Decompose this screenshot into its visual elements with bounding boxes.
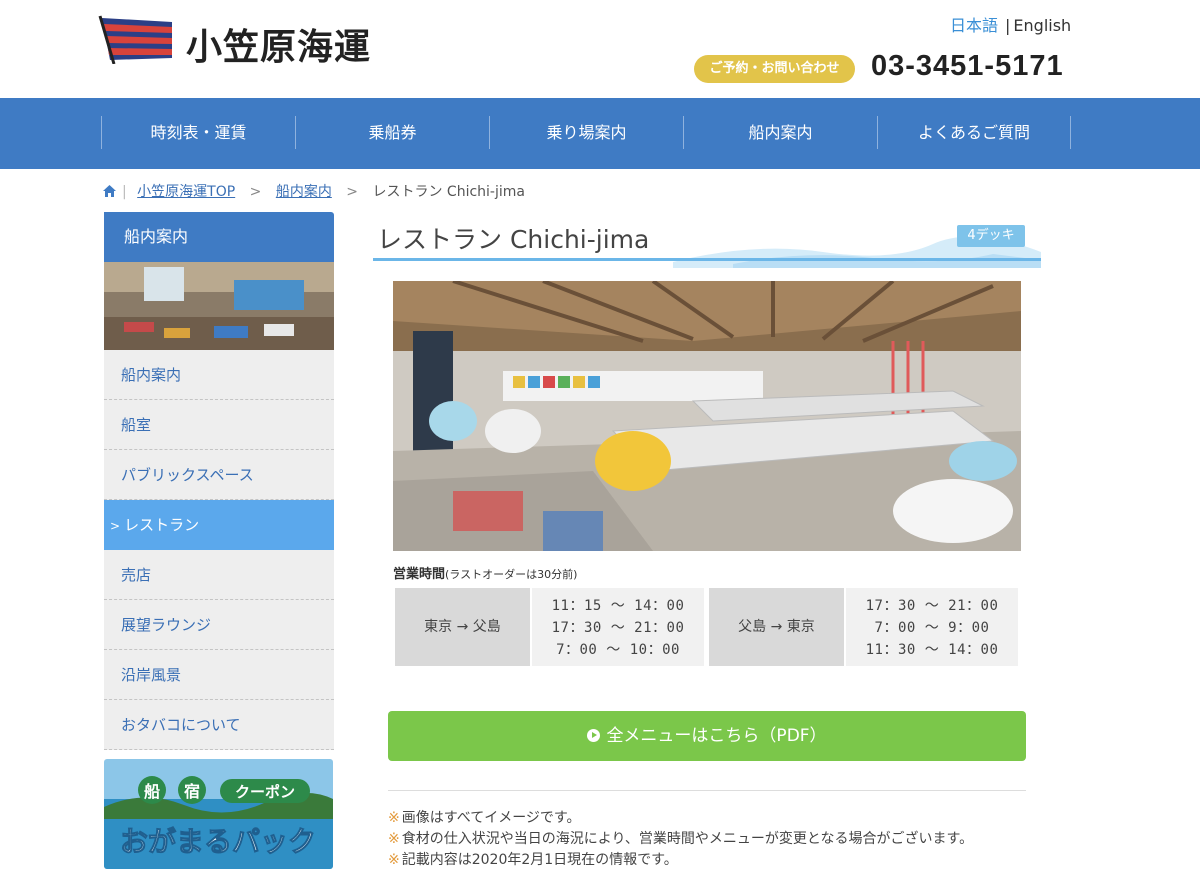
breadcrumb-top-link[interactable]: 小笠原海運TOP <box>137 184 235 200</box>
business-hours-title: 営業時間 <box>393 567 446 582</box>
times-chichijima-tokyo: 17：30 〜 21：00 7：00 〜 9：00 11：30 〜 14：00 <box>846 588 1018 666</box>
route-chichijima-tokyo: 父島 → 東京 <box>709 588 844 666</box>
note-item: ※ 画像はすべてイメージです。 <box>388 808 973 829</box>
title-underline <box>373 258 1041 261</box>
banner-title: おがまるパック <box>120 825 316 858</box>
nav-item-tickets[interactable]: 乗船券 <box>295 116 489 149</box>
sidebar-item-smoking[interactable]: おタバコについて <box>104 700 334 750</box>
times-tokyo-chichijima: 11：15 〜 14：00 17：30 〜 21：00 7：00 〜 10：00 <box>532 588 704 666</box>
banner-image: 船 宿 クーポン おがまるパック <box>104 759 333 869</box>
note-item: ※ 食材の仕入状況や当日の海況により、営業時間やメニューが変更となる場合がございま… <box>388 829 973 850</box>
sidebar-item-label: レストラン <box>124 516 200 534</box>
note-text: 記載内容は2020年2月1日現在の情報です。 <box>401 852 678 868</box>
note-text: 画像はすべてイメージです。 <box>401 810 581 826</box>
time-slot: 7：00 〜 9：00 <box>874 620 990 636</box>
sidebar-item-cabins[interactable]: 船室 <box>104 400 334 450</box>
sidebar-item-lounge[interactable]: 展望ラウンジ <box>104 600 334 650</box>
main-nav: 時刻表・運賃 乗船券 乗り場案内 船内案内 よくあるご質問 <box>0 98 1200 169</box>
note-text: 食材の仕入状況や当日の海況により、営業時間やメニューが変更となる場合がございます… <box>401 831 974 847</box>
nav-item-timetable[interactable]: 時刻表・運賃 <box>101 116 295 149</box>
play-circle-icon <box>587 729 601 742</box>
sidebar-item-scenery[interactable]: 沿岸風景 <box>104 650 334 700</box>
lang-english-link[interactable]: English <box>1013 16 1071 35</box>
nav-item-boarding[interactable]: 乗り場案内 <box>489 116 683 149</box>
breadcrumb-divider: | <box>122 184 127 200</box>
breadcrumb-arrow: > <box>249 184 262 200</box>
content-divider <box>388 790 1026 791</box>
hours-table: 東京 → 父島 11：15 〜 14：00 17：30 〜 21：00 7：00… <box>393 588 1020 668</box>
flag-logo-icon <box>98 15 172 64</box>
nav-item-faq[interactable]: よくあるご質問 <box>877 116 1071 149</box>
logo-text: 小笠原海運 <box>186 27 372 68</box>
page-title: レストラン Chichi-jima <box>377 225 650 254</box>
banner-chip-hotel: 宿 <box>184 782 200 801</box>
chevron-right-icon: > <box>110 519 121 533</box>
time-slot: 11：15 〜 14：00 <box>551 598 685 614</box>
breadcrumb: | 小笠原海運TOP > 船内案内 > レストラン Chichi-jima <box>103 181 525 201</box>
lang-separator: | <box>1005 16 1011 35</box>
site-header: 小笠原海運 日本語 | English ご予約・お問い合わせ 03-3451-517… <box>0 0 1200 98</box>
sidebar-item-restaurant[interactable]: > レストラン <box>104 500 334 550</box>
time-slot: 7：00 〜 10：00 <box>556 642 680 658</box>
sidebar: 船内案内 船内案内 船室 パブリックスペース > レストラン 売店 展望ラウンジ … <box>104 212 334 750</box>
last-order-note: (ラストオーダーは30分前) <box>445 568 578 581</box>
sidebar-image <box>104 262 334 350</box>
note-mark: ※ <box>388 810 400 826</box>
ogamaru-pack-banner[interactable]: 船 宿 クーポン おがまるパック <box>104 759 333 869</box>
sidebar-item-public-space[interactable]: パブリックスペース <box>104 450 334 500</box>
phone-number: 03-3451-5171 <box>871 50 1064 82</box>
route-tokyo-chichijima: 東京 → 父島 <box>395 588 530 666</box>
full-menu-label: 全メニューはこちら（PDF） <box>606 726 827 746</box>
onboard-photo-icon <box>104 262 334 350</box>
deck-badge: 4デッキ <box>957 225 1025 247</box>
note-item: ※ 記載内容は2020年2月1日現在の情報です。 <box>388 850 973 871</box>
breadcrumb-current: レストラン Chichi-jima <box>372 184 525 200</box>
restaurant-image <box>393 281 1021 551</box>
sidebar-item-onboard[interactable]: 船内案内 <box>104 350 334 400</box>
note-mark: ※ <box>388 852 400 868</box>
note-mark: ※ <box>388 831 400 847</box>
contact-button[interactable]: ご予約・お問い合わせ <box>694 55 855 83</box>
notes-list: ※ 画像はすべてイメージです。 ※ 食材の仕入状況や当日の海況により、営業時間やメニ… <box>388 808 973 871</box>
site-logo[interactable]: 小笠原海運 <box>98 14 378 68</box>
breadcrumb-onboard-link[interactable]: 船内案内 <box>276 184 332 200</box>
banner-chip-coupon: クーポン <box>235 783 295 801</box>
lang-japanese-link[interactable]: 日本語 <box>950 16 998 35</box>
home-icon[interactable] <box>103 185 116 197</box>
time-slot: 17：30 〜 21：00 <box>865 598 999 614</box>
breadcrumb-arrow: > <box>346 184 359 200</box>
time-slot: 11：30 〜 14：00 <box>865 642 999 658</box>
time-slot: 17：30 〜 21：00 <box>551 620 685 636</box>
page-title-block: レストラン Chichi-jima 4デッキ <box>373 218 1041 268</box>
banner-chip-ship: 船 <box>144 782 160 801</box>
nav-item-onboard[interactable]: 船内案内 <box>683 116 877 149</box>
language-switcher: 日本語 | English <box>950 12 1071 36</box>
sidebar-heading: 船内案内 <box>104 212 334 262</box>
full-menu-pdf-button[interactable]: 全メニューはこちら（PDF） <box>388 711 1026 761</box>
sidebar-item-shop[interactable]: 売店 <box>104 550 334 600</box>
restaurant-photo <box>393 281 1021 551</box>
business-hours-label: 営業時間(ラストオーダーは30分前) <box>393 563 577 582</box>
